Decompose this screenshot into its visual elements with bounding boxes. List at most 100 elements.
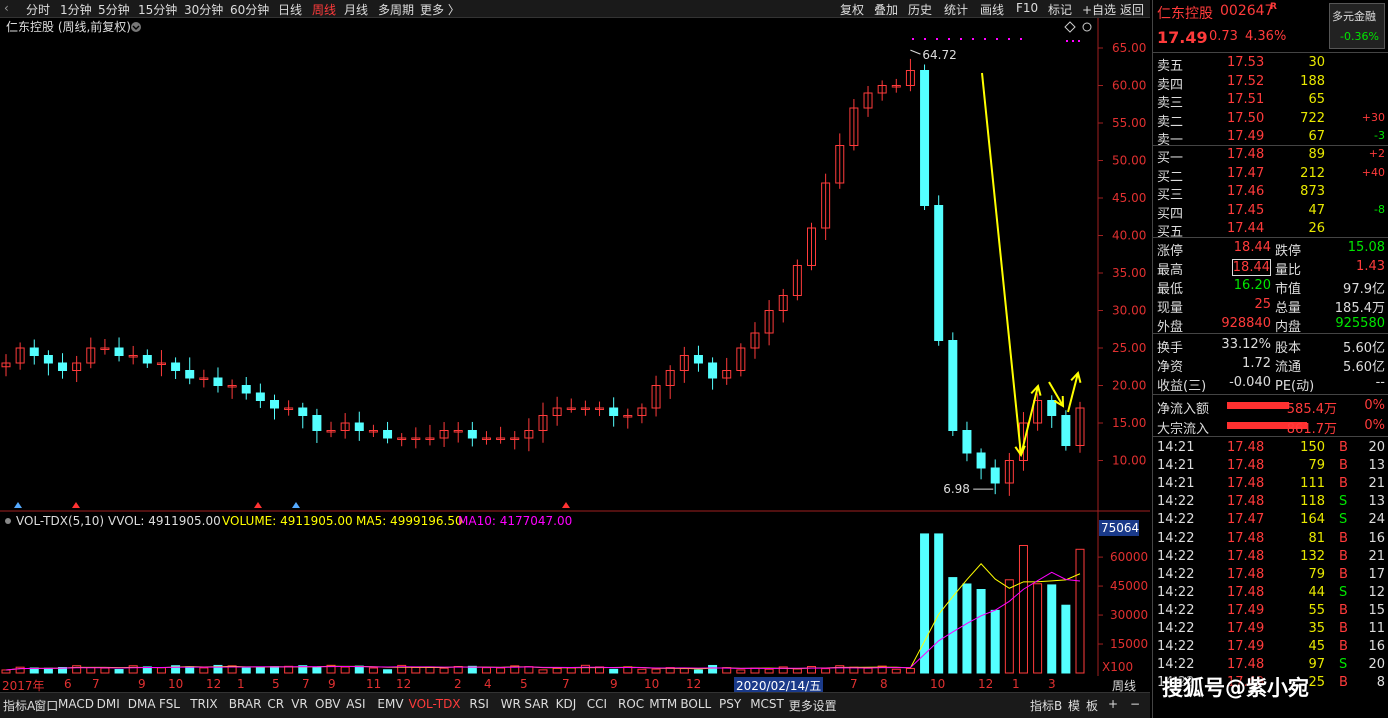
indicator-tab-16[interactable]: SAR [524, 697, 548, 711]
toolbar-tab-5[interactable]: 60分钟 [230, 1, 269, 18]
indicator-right-3[interactable]: + [1108, 697, 1118, 711]
tick-side: B [1339, 530, 1348, 546]
indicator-tab-23[interactable]: MCST [750, 697, 784, 711]
indicator-tab-21[interactable]: BOLL [680, 697, 711, 711]
toolbar-tab-1[interactable]: 1分钟 [60, 1, 92, 18]
asks-row[interactable]: 卖二 17.50 722 +30 [1153, 110, 1388, 130]
stat-value: 16.20 [1233, 278, 1271, 293]
toolbar-tab-0[interactable]: 分时 [26, 1, 50, 18]
candle-body [29, 347, 39, 356]
toolbar-tab-8[interactable]: 月线 [344, 1, 368, 18]
bids-row[interactable]: 买四 17.45 47 -8 [1153, 202, 1388, 222]
indicator-tab-7[interactable]: BRAR [229, 697, 262, 711]
sector-button[interactable]: 多元金融 -0.36% [1329, 3, 1385, 49]
tick-volume: 97 [1308, 657, 1325, 673]
signal-marker-icon [292, 502, 300, 508]
indicator-tab-9[interactable]: VR [291, 697, 308, 711]
bids-row[interactable]: 买三 17.46 873 [1153, 183, 1388, 203]
fund-value: 1.72 [1242, 356, 1271, 371]
toolbar-action-8[interactable]: 返回 [1120, 1, 1144, 18]
toolbar-tab-2[interactable]: 5分钟 [98, 1, 130, 18]
toolbar-tab-7[interactable]: 周线 [312, 1, 336, 18]
toolbar-tab-3[interactable]: 15分钟 [138, 1, 177, 18]
time-axis-label: 1 [237, 677, 245, 691]
chart-menu-icon[interactable] [131, 22, 141, 32]
asks-row[interactable]: 卖五 17.53 30 [1153, 54, 1388, 74]
indicator-tab-17[interactable]: KDJ [556, 697, 577, 711]
indicator-tab-25[interactable]: 设置 [813, 697, 837, 714]
indicator-tab-0[interactable]: 指标A [3, 697, 35, 714]
indicator-tab-19[interactable]: ROC [618, 697, 644, 711]
marker-dot [1072, 40, 1074, 42]
diamond-icon[interactable] [1064, 21, 1076, 33]
indicator-tab-10[interactable]: OBV [315, 697, 341, 711]
toolbar-tab-10[interactable]: 更多 〉 [420, 1, 460, 18]
indicator-tab-22[interactable]: PSY [719, 697, 741, 711]
signal-marker-icon [14, 502, 22, 508]
collapse-icon[interactable]: ‹ [4, 1, 9, 15]
toolbar-action-0[interactable]: 复权 [840, 1, 864, 18]
tick-count: 24 [1368, 512, 1385, 528]
tick-time: 14:22 [1157, 639, 1195, 655]
asks-row[interactable]: 卖一 17.49 67 -3 [1153, 128, 1388, 148]
price-change: 0.73 [1209, 29, 1238, 44]
indicator-right-4[interactable]: − [1130, 697, 1140, 711]
circle-icon[interactable] [1082, 22, 1092, 32]
toolbar-action-7[interactable]: +自选 [1082, 1, 1116, 18]
asks-row[interactable]: 卖四 17.52 188 [1153, 73, 1388, 93]
volume-bar [43, 667, 53, 674]
indicator-tab-13[interactable]: VOL-TDX [409, 697, 461, 711]
indicator-tab-1[interactable]: 窗口 [34, 697, 58, 714]
volume-bar [1033, 583, 1043, 674]
toolbar-action-4[interactable]: 画线 [980, 1, 1004, 18]
indicator-tab-24[interactable]: 更多 [789, 697, 813, 714]
flow-pct: 0% [1364, 418, 1385, 433]
toolbar-tab-9[interactable]: 多周期 [378, 1, 414, 18]
indicator-tab-8[interactable]: CR [267, 697, 284, 711]
tick-volume: 55 [1308, 602, 1325, 618]
indicator-tab-4[interactable]: DMA [128, 697, 156, 711]
tick-side: B [1339, 458, 1348, 474]
volume-bar [185, 666, 195, 674]
indicator-tab-20[interactable]: MTM [649, 697, 677, 711]
indicator-right-0[interactable]: 指标B [1030, 697, 1062, 714]
indicator-tab-6[interactable]: TRIX [190, 697, 217, 711]
asks-price: 17.51 [1227, 92, 1265, 107]
time-axis-label: 9 [138, 677, 146, 691]
bids-row[interactable]: 买五 17.44 26 [1153, 220, 1388, 240]
bids-volume: 212 [1300, 165, 1325, 181]
indicator-tab-5[interactable]: FSL [159, 697, 180, 711]
toolbar-action-5[interactable]: F10 [1016, 1, 1038, 15]
stats-row: 涨停 18.44 跌停 15.08 [1153, 239, 1388, 259]
toolbar-action-2[interactable]: 历史 [908, 1, 932, 18]
toolbar-action-3[interactable]: 统计 [944, 1, 968, 18]
indicator-tab-2[interactable]: MACD [58, 697, 94, 711]
indicator-tab-15[interactable]: WR [501, 697, 521, 711]
price-axis-label: 45.00 [1112, 191, 1146, 205]
stats-row: 最低 16.20 市值 97.9亿 [1153, 277, 1388, 297]
candle-body [990, 467, 1000, 484]
toolbar-tab-6[interactable]: 日线 [278, 1, 302, 18]
stat-label: 量比 [1275, 263, 1302, 278]
toolbar-action-6[interactable]: 标记 [1048, 1, 1072, 18]
indicator-right-1[interactable]: 模 [1068, 697, 1080, 714]
indicator-tab-3[interactable]: DMI [97, 697, 120, 711]
flow-row: 净流入额 585.4万 0% [1153, 397, 1388, 417]
asks-row[interactable]: 卖三 17.51 65 [1153, 91, 1388, 111]
indicator-tab-14[interactable]: RSI [469, 697, 489, 711]
kline-chart[interactable]: 仁东控股 (周线,前复权) 65.00 60.00 55.00 50.00 45.00 4… [0, 18, 1150, 678]
tick-count: 15 [1368, 602, 1385, 618]
toolbar-action-1[interactable]: 叠加 [874, 1, 898, 18]
indicator-menu-icon[interactable] [5, 518, 11, 524]
indicator-tab-11[interactable]: ASI [346, 697, 365, 711]
indicator-right-2[interactable]: 板 [1086, 697, 1098, 714]
bids-row[interactable]: 买一 17.48 89 +2 [1153, 146, 1388, 166]
indicator-tab-12[interactable]: EMV [377, 697, 403, 711]
tick-volume: 111 [1300, 476, 1325, 492]
bids-row[interactable]: 买二 17.47 212 +40 [1153, 165, 1388, 185]
time-axis-label: 4 [484, 677, 492, 691]
bids-price: 17.47 [1227, 165, 1265, 181]
toolbar-tab-4[interactable]: 30分钟 [184, 1, 223, 18]
volume-bar [708, 664, 718, 674]
indicator-tab-18[interactable]: CCI [587, 697, 607, 711]
